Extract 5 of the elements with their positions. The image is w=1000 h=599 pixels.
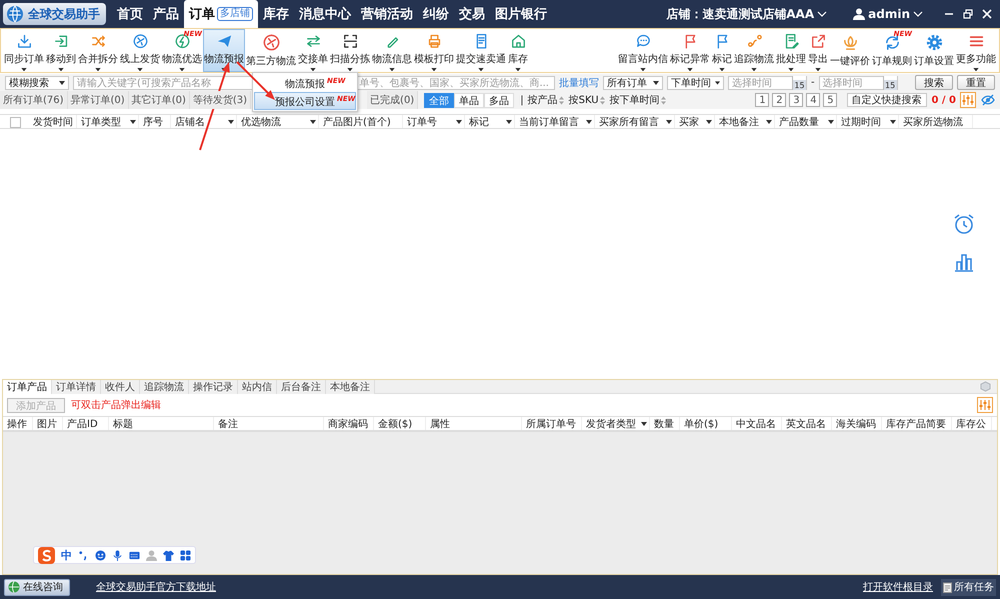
separator-text: | bbox=[520, 94, 524, 106]
tab-badge: 多店铺 bbox=[217, 7, 253, 21]
selection-counter: 0 / 0 bbox=[931, 94, 956, 106]
range-separator: - bbox=[811, 77, 815, 88]
edit-hint: 可双击产品弹出编辑 bbox=[71, 398, 161, 412]
